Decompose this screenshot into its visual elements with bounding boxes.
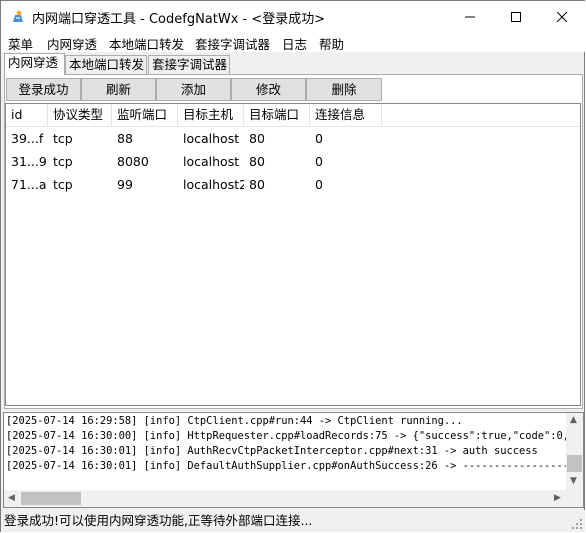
- column-header-protocol[interactable]: 协议类型: [48, 104, 112, 126]
- menu-item-log[interactable]: 日志: [282, 34, 307, 53]
- close-button[interactable]: [539, 1, 585, 32]
- maximize-button[interactable]: [493, 1, 539, 32]
- cell-connection-info: 0: [315, 131, 323, 146]
- cell-listen-port: 99: [117, 177, 133, 192]
- edit-button[interactable]: 修改: [231, 78, 306, 101]
- cell-id: 71...a: [11, 177, 47, 192]
- cell-protocol: tcp: [53, 154, 73, 169]
- menu-item-socket-debugger[interactable]: 套接字调试器: [195, 34, 270, 53]
- cell-connection-info: 0: [315, 154, 323, 169]
- log-vertical-scrollbar[interactable]: ▲ ▼: [566, 413, 583, 490]
- app-window: 内网端口穿透工具 - CodefgNatWx - <登录成功> 菜单 内网穿透 …: [0, 0, 585, 532]
- log-line: [2025-07-14 16:30:00] [info] HttpRequest…: [6, 430, 584, 442]
- resize-grip-icon[interactable]: [571, 518, 583, 530]
- table-row[interactable]: 39...f tcp 88 localhost 80 0: [6, 127, 580, 150]
- cell-id: 39...f: [11, 131, 44, 146]
- scroll-right-icon[interactable]: ▶: [554, 494, 561, 503]
- log-line: [2025-07-14 16:30:01] [info] DefaultAuth…: [6, 460, 584, 472]
- refresh-button[interactable]: 刷新: [81, 78, 156, 101]
- menu-item-menu[interactable]: 菜单: [8, 34, 33, 53]
- login-status-button[interactable]: 登录成功: [6, 78, 81, 101]
- column-header-target-port[interactable]: 目标端口: [244, 104, 310, 126]
- cell-target-port: 80: [249, 131, 265, 146]
- scroll-down-icon[interactable]: ▼: [570, 477, 577, 486]
- scroll-left-icon[interactable]: ◀: [8, 494, 15, 503]
- cell-target-port: 80: [249, 154, 265, 169]
- log-line: [2025-07-14 16:30:01] [info] AuthRecvCtp…: [6, 445, 538, 457]
- cell-connection-info: 0: [315, 177, 323, 192]
- column-header-target-host[interactable]: 目标主机: [178, 104, 244, 126]
- menu-item-help[interactable]: 帮助: [319, 34, 344, 53]
- column-header-listen-port[interactable]: 监听端口: [112, 104, 178, 126]
- tab-nat[interactable]: 内网穿透: [4, 53, 65, 75]
- app-icon: [10, 9, 26, 25]
- scroll-up-icon[interactable]: ▲: [570, 416, 577, 425]
- status-text: 登录成功!可以使用内网穿透功能,正等待外部端口连接...: [4, 513, 313, 528]
- cell-id: 31...9: [11, 154, 47, 169]
- log-horizontal-scrollbar[interactable]: ◀ ▶: [4, 490, 566, 507]
- cell-listen-port: 8080: [117, 154, 149, 169]
- log-panel[interactable]: [2025-07-14 16:29:58] [info] CtpClient.c…: [3, 412, 584, 508]
- window-title: 内网端口穿透工具 - CodefgNatWx - <登录成功>: [32, 12, 326, 27]
- cell-target-host: localhost2: [183, 177, 244, 192]
- log-horizontal-thumb[interactable]: [21, 492, 81, 505]
- minimize-button[interactable]: [447, 1, 493, 32]
- column-header-id[interactable]: id: [6, 104, 48, 126]
- menu-bar: 菜单 内网穿透 本地端口转发 套接字调试器 日志 帮助: [1, 32, 585, 52]
- log-line: [2025-07-14 16:29:58] [info] CtpClient.c…: [6, 415, 463, 427]
- cell-target-host: localhost: [183, 154, 240, 169]
- tab-strip: 内网穿透 本地端口转发 套接字调试器: [1, 53, 585, 75]
- mapping-table[interactable]: id 协议类型 监听端口 目标主机 目标端口 连接信息 39...f tcp 88 l…: [5, 103, 581, 406]
- cell-listen-port: 88: [117, 131, 133, 146]
- cell-target-host: localhost: [183, 131, 240, 146]
- scrollbar-corner: [566, 490, 583, 507]
- menu-item-port-forward[interactable]: 本地端口转发: [109, 34, 184, 53]
- cell-target-port: 80: [249, 177, 265, 192]
- table-row[interactable]: 31...9 tcp 8080 localhost 80 0: [6, 150, 580, 173]
- table-header: id 协议类型 监听端口 目标主机 目标端口 连接信息: [6, 104, 580, 127]
- delete-button[interactable]: 删除: [306, 78, 382, 101]
- add-button[interactable]: 添加: [156, 78, 231, 101]
- column-header-connection-info[interactable]: 连接信息: [310, 104, 382, 126]
- tab-port-forward[interactable]: 本地端口转发: [65, 55, 147, 74]
- cell-protocol: tcp: [53, 131, 73, 146]
- tab-socket-debugger[interactable]: 套接字调试器: [148, 55, 230, 74]
- cell-protocol: tcp: [53, 177, 73, 192]
- table-row[interactable]: 71...a tcp 99 localhost2 80 0: [6, 173, 580, 196]
- title-bar[interactable]: 内网端口穿透工具 - CodefgNatWx - <登录成功>: [1, 1, 585, 32]
- log-vertical-thumb[interactable]: [567, 455, 582, 472]
- status-bar: 登录成功!可以使用内网穿透功能,正等待外部端口连接...: [1, 510, 585, 532]
- menu-item-nat[interactable]: 内网穿透: [47, 34, 97, 53]
